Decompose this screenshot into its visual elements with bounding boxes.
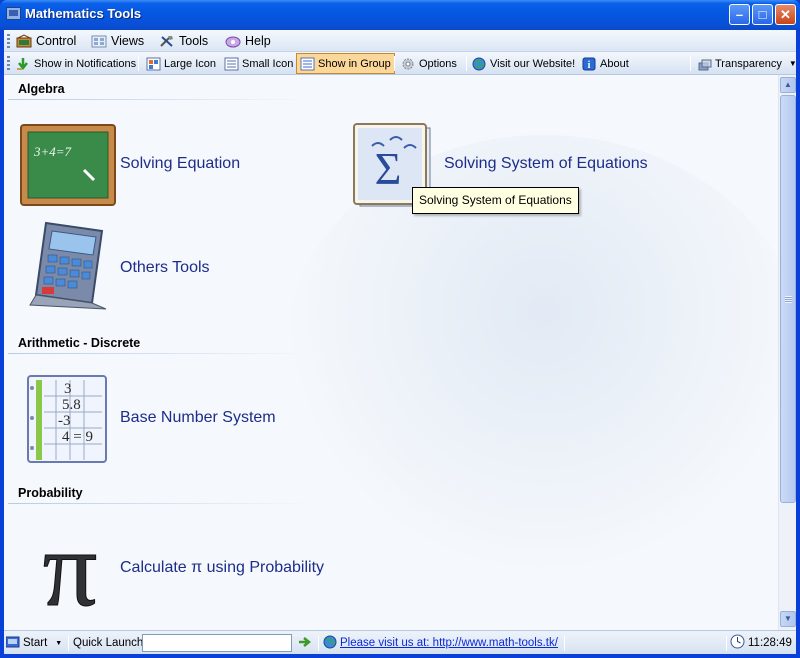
status-separator bbox=[726, 636, 727, 651]
vertical-scrollbar[interactable]: ▲ ▼ bbox=[778, 75, 796, 630]
scroll-up-button[interactable]: ▲ bbox=[780, 77, 796, 93]
quick-launch-label: Quick Launch bbox=[73, 637, 144, 649]
svg-text:-3: -3 bbox=[58, 413, 71, 429]
start-icon bbox=[5, 635, 20, 651]
menu-help[interactable]: Help bbox=[225, 30, 271, 52]
svg-text:4 = 9: 4 = 9 bbox=[62, 429, 93, 445]
tooltip: Solving System of Equations bbox=[412, 187, 579, 214]
gear-icon bbox=[401, 57, 416, 71]
group-title-arithmetic-discrete: Arithmetic - Discrete bbox=[18, 336, 141, 350]
status-bar: Start ▼ Quick Launch Please visit us at:… bbox=[4, 630, 796, 654]
menu-bar: Control Views Tools Help bbox=[4, 30, 796, 52]
status-separator bbox=[68, 636, 69, 651]
scroll-thumb[interactable] bbox=[780, 95, 796, 503]
transparency-dropdown[interactable]: Transparency ▼ bbox=[694, 53, 800, 74]
control-icon bbox=[16, 34, 32, 48]
group-icon bbox=[300, 57, 315, 71]
large-icon-icon bbox=[146, 57, 161, 71]
chevron-down-icon: ▼ bbox=[788, 59, 797, 68]
tool-calculate-pi[interactable]: Calculate π using Probability bbox=[120, 559, 324, 577]
window-title: Mathematics Tools bbox=[25, 6, 142, 21]
window-bottom-border bbox=[0, 654, 800, 658]
svg-text:5.8: 5.8 bbox=[62, 397, 81, 413]
tool-solving-system-of-equations[interactable]: Solving System of Equations bbox=[444, 155, 648, 173]
toolbar-separator bbox=[690, 56, 691, 71]
minimize-button[interactable]: – bbox=[729, 4, 750, 25]
calculator-icon[interactable] bbox=[26, 221, 110, 320]
chevron-down-icon: ▼ bbox=[55, 639, 63, 647]
toolbar-separator bbox=[138, 56, 139, 71]
svg-text:3+4=7: 3+4=7 bbox=[33, 144, 72, 159]
group-title-probability: Probability bbox=[18, 486, 83, 500]
small-icon-button[interactable]: Small Icon bbox=[221, 53, 296, 74]
svg-text:3: 3 bbox=[64, 381, 72, 397]
maximize-button[interactable]: □ bbox=[752, 4, 773, 25]
about-button[interactable]: i About bbox=[579, 53, 632, 74]
group-divider bbox=[8, 99, 308, 100]
transparency-icon bbox=[697, 57, 712, 71]
start-button[interactable]: Start ▼ bbox=[5, 631, 63, 655]
large-icon-button[interactable]: Large Icon bbox=[143, 53, 219, 74]
tools-panel: Algebra 3+4=7 Solving Equation Σ Solving… bbox=[4, 75, 778, 630]
arrow-down-icon bbox=[16, 57, 31, 71]
go-arrow-icon bbox=[298, 636, 312, 651]
svg-text:π: π bbox=[43, 519, 98, 615]
globe-icon bbox=[323, 635, 337, 652]
svg-text:Σ: Σ bbox=[375, 143, 402, 194]
toolbar-grip[interactable] bbox=[7, 56, 10, 70]
info-icon: i bbox=[582, 57, 597, 71]
app-icon bbox=[6, 7, 21, 20]
quick-launch-input[interactable] bbox=[142, 634, 292, 652]
clock-icon bbox=[730, 634, 745, 652]
chalkboard-icon[interactable]: 3+4=7 bbox=[20, 124, 116, 211]
show-in-group-button[interactable]: Show in Group bbox=[296, 53, 395, 74]
svg-text:i: i bbox=[588, 60, 591, 71]
close-button[interactable]: ✕ bbox=[775, 4, 796, 25]
help-icon bbox=[225, 34, 241, 48]
menu-grip[interactable] bbox=[7, 34, 10, 48]
menu-tools[interactable]: Tools bbox=[159, 30, 208, 52]
tool-others-tools[interactable]: Others Tools bbox=[120, 259, 210, 277]
go-button[interactable] bbox=[298, 631, 312, 655]
pi-icon[interactable]: π bbox=[22, 510, 118, 630]
title-bar[interactable]: Mathematics Tools – □ ✕ bbox=[0, 0, 800, 30]
visit-website-button[interactable]: Visit our Website! bbox=[469, 53, 578, 74]
show-in-notifications-button[interactable]: Show in Notifications bbox=[13, 53, 139, 74]
tools-icon bbox=[159, 34, 175, 48]
group-divider bbox=[8, 353, 308, 354]
tool-solving-equation[interactable]: Solving Equation bbox=[120, 155, 240, 173]
visit-link-container: Please visit us at: http://www.math-tool… bbox=[323, 631, 558, 655]
menu-control[interactable]: Control bbox=[16, 30, 76, 52]
status-separator bbox=[318, 636, 319, 651]
number-table-icon[interactable]: 3 5.8 -3 4 = 9 bbox=[26, 374, 108, 469]
scroll-grip bbox=[785, 296, 792, 303]
status-separator bbox=[564, 636, 565, 651]
toolbar-separator bbox=[394, 56, 395, 71]
options-button[interactable]: Options bbox=[398, 53, 460, 74]
visit-website-link[interactable]: Please visit us at: http://www.math-tool… bbox=[340, 637, 558, 649]
toolbar-separator bbox=[466, 56, 467, 71]
toolbar: Show in Notifications Large Icon Small I… bbox=[4, 52, 797, 75]
scroll-down-button[interactable]: ▼ bbox=[780, 611, 796, 627]
group-title-algebra: Algebra bbox=[18, 82, 65, 96]
views-icon bbox=[91, 34, 107, 48]
globe-icon bbox=[472, 57, 487, 71]
group-divider bbox=[8, 503, 308, 504]
small-icon-icon bbox=[224, 57, 239, 71]
menu-views[interactable]: Views bbox=[91, 30, 144, 52]
clock: 11:28:49 bbox=[730, 631, 792, 655]
tool-base-number-system[interactable]: Base Number System bbox=[120, 409, 276, 427]
